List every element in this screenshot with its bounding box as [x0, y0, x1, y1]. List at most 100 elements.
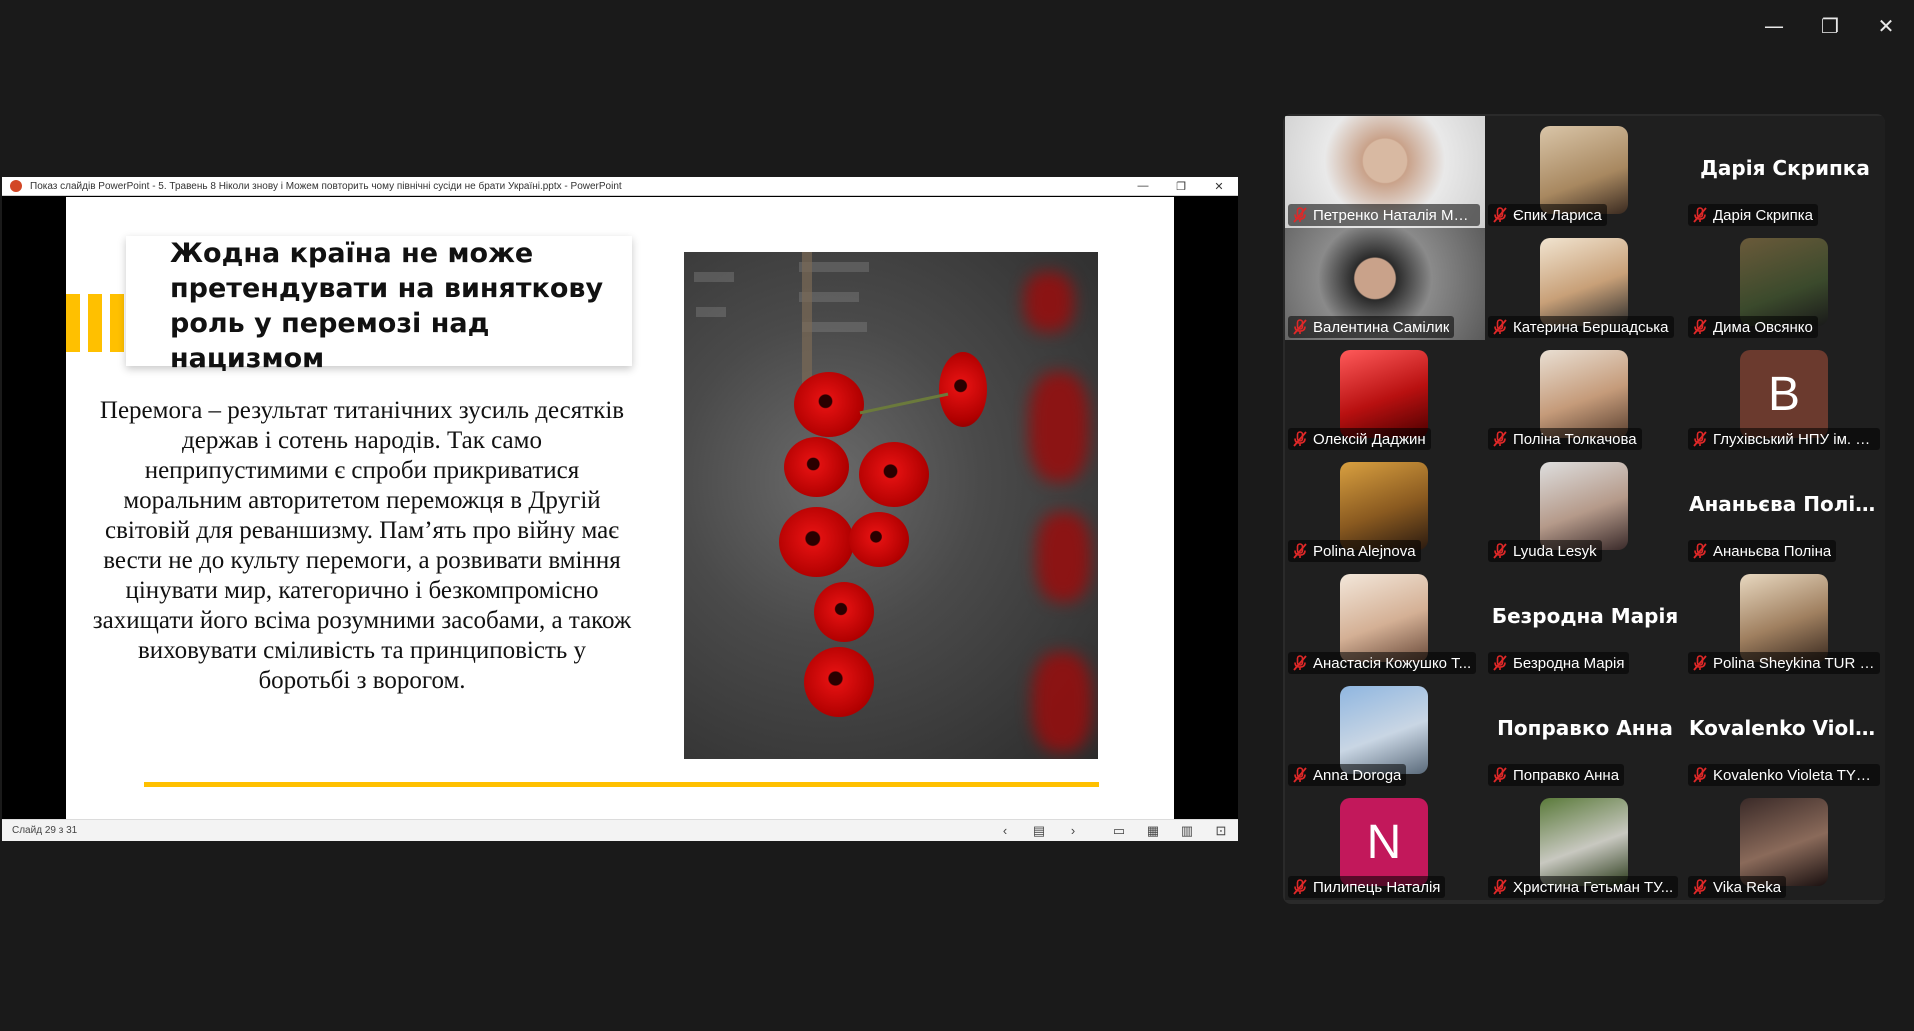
muted-mic-icon	[1293, 767, 1307, 783]
slide-title-box: Жодна країна не може претендувати на вин…	[126, 236, 632, 374]
reading-view-icon[interactable]: ▥	[1170, 820, 1204, 841]
participant-tile[interactable]: Vika Reka	[1685, 788, 1885, 900]
ppt-close-button[interactable]: ✕	[1200, 177, 1238, 195]
muted-mic-icon	[1493, 879, 1507, 895]
muted-mic-icon	[1493, 767, 1507, 783]
participant-display-name: Kovalenko Viole...	[1689, 716, 1885, 740]
participant-label: Lyuda Lesyk	[1488, 540, 1602, 562]
participant-label: Глухівський НПУ ім. Д...	[1688, 428, 1880, 450]
participant-name: Поправко Анна	[1513, 766, 1620, 784]
muted-mic-icon	[1293, 431, 1307, 447]
participant-label: Христина Гетьман ТУ...	[1488, 876, 1679, 898]
participant-tile[interactable]: Христина Гетьман ТУ...	[1485, 788, 1685, 900]
muted-mic-icon	[1493, 543, 1507, 559]
avatar	[1740, 574, 1828, 662]
muted-mic-icon	[1493, 207, 1507, 223]
participant-label: Анастасія Кожушко Т...	[1288, 652, 1477, 674]
participant-tile[interactable]: Поправко Анна Поправко Анна	[1485, 676, 1685, 788]
participant-tile[interactable]: Петренко Наталія Микол...	[1285, 116, 1485, 228]
ppt-restore-button[interactable]: ❐	[1162, 177, 1200, 195]
participant-name: Polina Sheykina TUR 2...	[1713, 654, 1875, 672]
participant-tile[interactable]: Anna Doroga	[1285, 676, 1485, 788]
slide-menu-icon[interactable]: ▤	[1022, 820, 1056, 841]
muted-mic-icon	[1293, 319, 1307, 335]
participant-name: Христина Гетьман ТУ...	[1513, 878, 1674, 896]
participant-label: Anna Doroga	[1288, 764, 1407, 786]
participant-name: Kovalenko Violeta TYP...	[1713, 766, 1875, 784]
participant-tile[interactable]: Lyuda Lesyk	[1485, 452, 1685, 564]
muted-mic-icon	[1693, 431, 1707, 447]
previous-slide-icon[interactable]: ‹	[988, 820, 1022, 841]
participant-name: Глухівський НПУ ім. Д...	[1713, 430, 1875, 448]
participant-tile[interactable]: Олексій Даджин	[1285, 340, 1485, 452]
muted-mic-icon	[1693, 655, 1707, 671]
avatar	[1740, 238, 1828, 326]
participant-name: Пилипець Наталія	[1313, 878, 1441, 896]
participant-label: Kovalenko Violeta TYP...	[1688, 764, 1880, 786]
muted-mic-icon	[1693, 543, 1707, 559]
avatar	[1340, 686, 1428, 774]
participant-label: Безродна Марія	[1488, 652, 1630, 674]
muted-mic-icon	[1693, 879, 1707, 895]
participant-label: Дарія Скрипка	[1688, 204, 1818, 226]
participant-name: Валентина Самілик	[1313, 318, 1450, 336]
slide[interactable]: Жодна країна не може претендувати на вин…	[66, 197, 1174, 819]
normal-view-icon[interactable]: ▭	[1102, 820, 1136, 841]
minimize-button[interactable]: —	[1746, 0, 1802, 52]
slideshow-view-icon[interactable]: ⊡	[1204, 820, 1238, 841]
ppt-status-bar: Слайд 29 з 31 ‹ ▤ › ▭ ▦ ▥ ⊡	[2, 819, 1238, 841]
participant-name: Безродна Марія	[1513, 654, 1625, 672]
avatar	[1740, 798, 1828, 886]
participant-label: Дима Овсянко	[1688, 316, 1818, 338]
participant-tile[interactable]: B Глухівський НПУ ім. Д...	[1685, 340, 1885, 452]
slide-sorter-icon[interactable]: ▦	[1136, 820, 1170, 841]
participant-tile[interactable]: Polina Sheykina TUR 2...	[1685, 564, 1885, 676]
participant-tile[interactable]: Поліна Толкачова	[1485, 340, 1685, 452]
ppt-minimize-button[interactable]: —	[1124, 177, 1162, 195]
participant-label: Петренко Наталія Микол...	[1288, 204, 1480, 226]
participant-tile[interactable]: Ананьєва Поліна Ананьєва Поліна	[1685, 452, 1885, 564]
muted-mic-icon	[1693, 767, 1707, 783]
participant-tile[interactable]: Валентина Самілик	[1285, 228, 1485, 340]
slide-body-text: Перемога – результат титанічних зусиль д…	[92, 397, 632, 694]
participant-tile[interactable]: Анастасія Кожушко Т...	[1285, 564, 1485, 676]
avatar	[1340, 350, 1428, 438]
participant-label: Vika Reka	[1688, 876, 1787, 898]
participant-name: Ананьєва Поліна	[1713, 542, 1832, 560]
next-slide-icon[interactable]: ›	[1056, 820, 1090, 841]
participant-tile[interactable]: N Пилипець Наталія	[1285, 788, 1485, 900]
participant-tile[interactable]: Kovalenko Viole... Kovalenko Violeta TYP.…	[1685, 676, 1885, 788]
participant-tile[interactable]: Дарія Скрипка Дарія Скрипка	[1685, 116, 1885, 228]
participant-tile[interactable]: Катерина Бершадська	[1485, 228, 1685, 340]
accent-line	[144, 782, 1099, 787]
participant-label: Поліна Толкачова	[1488, 428, 1642, 450]
participant-display-name: Поправко Анна	[1497, 716, 1673, 740]
muted-mic-icon	[1293, 655, 1307, 671]
participant-tile[interactable]: Polina Alejnova	[1285, 452, 1485, 564]
participant-label: Валентина Самілик	[1288, 316, 1455, 338]
participant-name: Polina Alejnova	[1313, 542, 1416, 560]
powerpoint-icon	[10, 180, 22, 192]
participant-name: Anna Doroga	[1313, 766, 1402, 784]
avatar	[1540, 798, 1628, 886]
muted-mic-icon	[1493, 319, 1507, 335]
participant-label: Катерина Бершадська	[1488, 316, 1674, 338]
participant-display-name: Безродна Марія	[1491, 604, 1679, 628]
muted-mic-icon	[1493, 431, 1507, 447]
avatar	[1340, 574, 1428, 662]
participant-name: Lyuda Lesyk	[1513, 542, 1597, 560]
close-button[interactable]: ✕	[1858, 0, 1914, 52]
muted-mic-icon	[1293, 207, 1307, 223]
participant-label: Polina Alejnova	[1288, 540, 1421, 562]
participant-tile[interactable]: Дима Овсянко	[1685, 228, 1885, 340]
participant-display-name: Ананьєва Поліна	[1689, 492, 1883, 516]
participant-name: Олексій Даджин	[1313, 430, 1426, 448]
restore-button[interactable]: ❐	[1802, 0, 1858, 52]
ppt-window-title: Показ слайдів PowerPoint - 5. Травень 8 …	[30, 180, 622, 192]
muted-mic-icon	[1293, 879, 1307, 895]
participant-name: Поліна Толкачова	[1513, 430, 1637, 448]
window-controls: — ❐ ✕	[1746, 0, 1914, 52]
participant-tile[interactable]: Єпик Лариса	[1485, 116, 1685, 228]
muted-mic-icon	[1693, 207, 1707, 223]
participant-tile[interactable]: Безродна Марія Безродна Марія	[1485, 564, 1685, 676]
